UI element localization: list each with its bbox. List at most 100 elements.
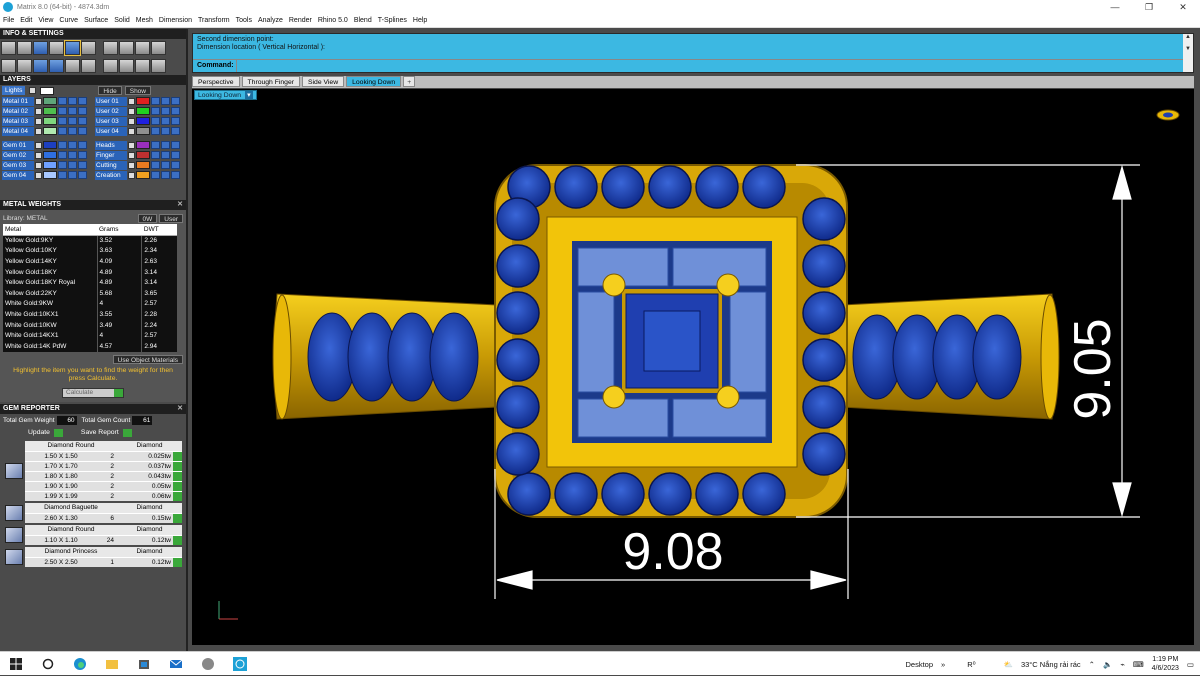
layer-row[interactable]: User 04 bbox=[93, 126, 186, 136]
file-explorer-icon[interactable] bbox=[105, 657, 119, 671]
select-gem-button[interactable] bbox=[173, 492, 182, 501]
weight-tool-icon[interactable] bbox=[151, 41, 166, 55]
close-icon[interactable]: ✕ bbox=[177, 200, 183, 210]
clock[interactable]: 1:19 PM 4/6/2023 bbox=[1152, 655, 1179, 673]
table-row[interactable]: White Gold:10KW3.492.24 bbox=[3, 320, 177, 331]
select-gem-button[interactable] bbox=[173, 558, 182, 567]
viewport-label[interactable]: Looking Down ▾ bbox=[194, 90, 257, 100]
gem-row[interactable]: 1.70 X 1.7020.037tw bbox=[25, 461, 182, 471]
menu-item[interactable]: Mesh bbox=[136, 17, 153, 24]
layer-checkbox[interactable] bbox=[35, 142, 42, 149]
select-icon[interactable] bbox=[78, 97, 87, 105]
layer-color-swatch[interactable] bbox=[43, 107, 57, 115]
tab-side-view[interactable]: Side View bbox=[302, 76, 344, 87]
close-button[interactable]: ✕ bbox=[1166, 0, 1200, 14]
layer-checkbox[interactable] bbox=[128, 118, 135, 125]
menu-item[interactable]: Help bbox=[413, 17, 427, 24]
lights-button[interactable]: Lights bbox=[2, 86, 25, 95]
eye-icon[interactable] bbox=[161, 141, 170, 149]
layer-color-swatch[interactable] bbox=[136, 141, 150, 149]
layer-row[interactable]: Gem 04 bbox=[0, 170, 93, 180]
eye-icon[interactable] bbox=[68, 117, 77, 125]
select-icon[interactable] bbox=[171, 97, 180, 105]
eye-icon[interactable] bbox=[161, 117, 170, 125]
layer-color-swatch[interactable] bbox=[43, 161, 57, 169]
tab-through-finger[interactable]: Through Finger bbox=[242, 76, 300, 87]
layer-row[interactable]: Gem 03 bbox=[0, 160, 93, 170]
layer-color-swatch[interactable] bbox=[136, 151, 150, 159]
command-input[interactable] bbox=[236, 60, 1193, 72]
select-icon[interactable] bbox=[78, 151, 87, 159]
layer-color-swatch[interactable] bbox=[43, 97, 57, 105]
layer-color-swatch[interactable] bbox=[43, 151, 57, 159]
select-gem-button[interactable] bbox=[173, 514, 182, 523]
lock-icon[interactable] bbox=[151, 97, 160, 105]
table-row[interactable]: White Gold:14KX142.57 bbox=[3, 330, 177, 341]
use-object-materials-button[interactable]: Use Object Materials bbox=[113, 355, 183, 364]
layer-color-swatch[interactable] bbox=[43, 127, 57, 135]
menu-item[interactable]: Transform bbox=[198, 17, 230, 24]
layer-color-swatch[interactable] bbox=[43, 171, 57, 179]
select-gem-button[interactable] bbox=[173, 536, 182, 545]
eye-icon[interactable] bbox=[68, 107, 77, 115]
update-button[interactable] bbox=[54, 429, 63, 437]
menu-item[interactable]: Surface bbox=[84, 17, 108, 24]
layer-row[interactable]: Cutting bbox=[93, 160, 186, 170]
select-icon[interactable] bbox=[171, 107, 180, 115]
lock-icon[interactable] bbox=[151, 151, 160, 159]
select-icon[interactable] bbox=[78, 141, 87, 149]
lock-icon[interactable] bbox=[151, 107, 160, 115]
lock-icon[interactable] bbox=[58, 117, 67, 125]
select-gem-button[interactable] bbox=[173, 472, 182, 481]
layer-row[interactable]: Gem 01 bbox=[0, 140, 93, 150]
table-row[interactable]: Yellow Gold:10KY3.632.34 bbox=[3, 246, 177, 257]
windows-start-icon[interactable] bbox=[9, 657, 23, 671]
cut-tool-icon[interactable] bbox=[81, 59, 96, 73]
gem-row[interactable]: 1.10 X 1.10240.12tw bbox=[25, 535, 182, 545]
settings-tool-icon[interactable] bbox=[1, 41, 16, 55]
minimize-button[interactable]: — bbox=[1098, 0, 1132, 14]
edge-browser-icon[interactable] bbox=[73, 657, 87, 671]
lock-icon[interactable] bbox=[151, 117, 160, 125]
sphere-tool-icon[interactable] bbox=[33, 59, 48, 73]
chevron-icon[interactable]: » bbox=[941, 660, 945, 669]
render-tool-icon[interactable] bbox=[103, 41, 118, 55]
layer-color-swatch[interactable] bbox=[136, 171, 150, 179]
table-row[interactable]: Yellow Gold:14KY4.092.63 bbox=[3, 256, 177, 267]
layer-checkbox[interactable] bbox=[128, 142, 135, 149]
layer-color-swatch[interactable] bbox=[136, 117, 150, 125]
menu-item[interactable]: Rhino 5.0 bbox=[318, 17, 348, 24]
layer-row[interactable]: User 01 bbox=[93, 96, 186, 106]
layer-checkbox[interactable] bbox=[35, 118, 42, 125]
lock-icon[interactable] bbox=[58, 107, 67, 115]
menu-item[interactable]: File bbox=[3, 17, 14, 24]
layer-checkbox[interactable] bbox=[128, 98, 135, 105]
plane-tool-icon[interactable] bbox=[33, 41, 48, 55]
mail-icon[interactable] bbox=[169, 657, 183, 671]
layer-checkbox[interactable] bbox=[128, 108, 135, 115]
lock-icon[interactable] bbox=[151, 171, 160, 179]
layout-tool-icon[interactable] bbox=[17, 59, 32, 73]
hide-button[interactable]: Hide bbox=[98, 86, 121, 95]
select-icon[interactable] bbox=[171, 151, 180, 159]
select-gem-button[interactable] bbox=[173, 482, 182, 491]
lock-icon[interactable] bbox=[58, 141, 67, 149]
zoom-tool-icon[interactable] bbox=[17, 41, 32, 55]
select-icon[interactable] bbox=[171, 117, 180, 125]
table-row[interactable]: Yellow Gold:22KY5.683.65 bbox=[3, 288, 177, 299]
maximize-button[interactable]: ❐ bbox=[1132, 0, 1166, 14]
gem-row[interactable]: 2.50 X 2.5010.12tw bbox=[25, 557, 182, 567]
layer-checkbox[interactable] bbox=[35, 152, 42, 159]
layer-row[interactable]: Heads bbox=[93, 140, 186, 150]
command-scrollbar[interactable]: ▲▼ bbox=[1183, 34, 1193, 72]
gem-row[interactable]: 1.90 X 1.9020.05tw bbox=[25, 481, 182, 491]
table-row[interactable]: Yellow Gold:9KY3.522.26 bbox=[3, 235, 177, 246]
gem-tool-icon[interactable] bbox=[135, 41, 150, 55]
lock-icon[interactable] bbox=[58, 151, 67, 159]
select-icon[interactable] bbox=[171, 141, 180, 149]
eye-icon[interactable] bbox=[161, 127, 170, 135]
weather-text[interactable]: 33°C Nắng rải rác bbox=[1021, 660, 1081, 669]
lock-icon[interactable] bbox=[58, 161, 67, 169]
scale-tool-icon[interactable] bbox=[151, 59, 166, 73]
eye-icon[interactable] bbox=[68, 171, 77, 179]
